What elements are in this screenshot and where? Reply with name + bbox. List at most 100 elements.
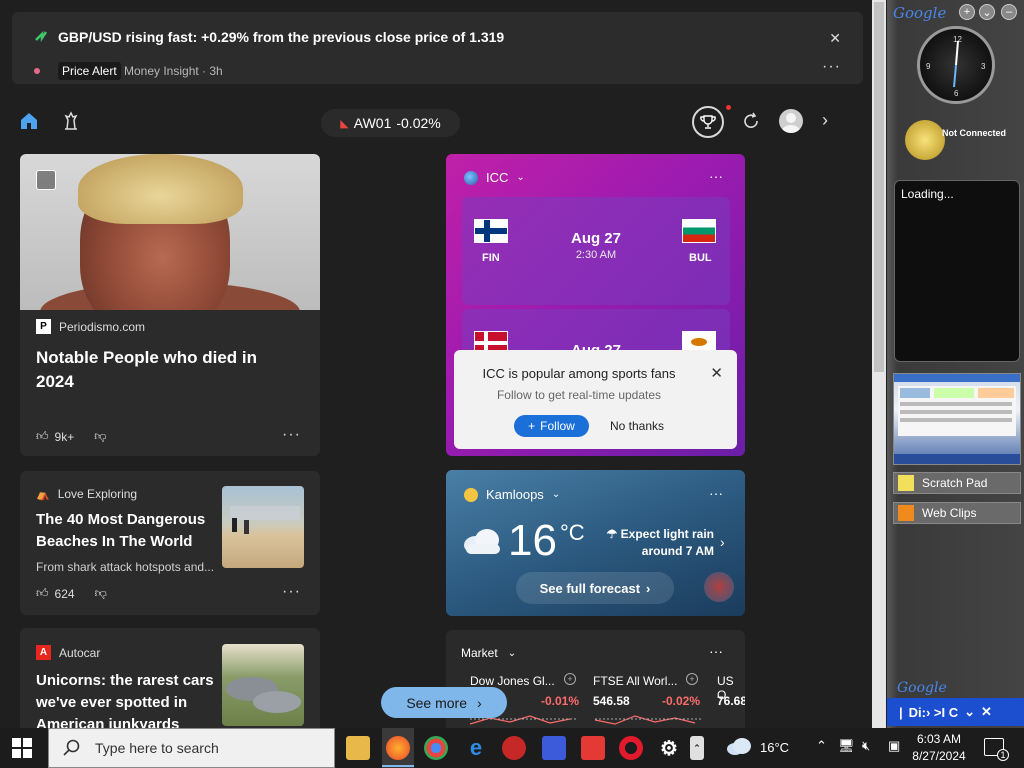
firefox-icon[interactable] [386,736,410,760]
taskbar-search[interactable]: Type here to search [48,728,335,768]
notification-badge [726,105,731,110]
google-logo: Google [897,680,947,696]
ticker-symbol: AW01 [353,115,392,131]
close-icon[interactable]: ✕ [829,30,841,47]
follow-popup: ICC is popular among sports fans ✕ Follo… [454,350,737,449]
network-icon[interactable]: 🖥︎ [838,738,855,754]
chevron-right-icon[interactable]: › [720,534,725,550]
action-center-icon[interactable]: 1 [984,738,1009,761]
close-icon[interactable]: ✕ [710,364,723,382]
refresh-icon[interactable] [740,110,762,132]
more-options-icon[interactable]: ··· [709,643,723,659]
chevron-down-icon[interactable]: ⌄ [552,489,560,500]
stock-ticker[interactable]: ◣ AW01 -0.02% [321,109,460,137]
like-count: 624 [54,586,75,601]
scrollbar-thumb[interactable] [874,2,884,372]
no-thanks-button[interactable]: No thanks [610,419,664,433]
close-icon[interactable]: ✕ [981,704,992,720]
chevron-right-icon[interactable]: › [822,110,828,131]
more-options-icon[interactable]: ··· [822,58,841,76]
more-options-icon[interactable]: ··· [282,583,301,601]
article-source: ⛺ Love Exploring [36,487,137,501]
notepad-icon [898,475,914,491]
finland-flag-icon [474,219,508,243]
thumbs-down-icon[interactable]: 👎︎ [94,429,106,444]
google-search-bar[interactable]: | Di:› >I C ⌄ ✕ [887,698,1024,726]
follow-button[interactable]: + Follow [514,415,589,437]
market-header[interactable]: Market ⌄ [461,646,516,660]
show-hidden-icons[interactable]: ⌃ [816,738,827,754]
chrome-icon[interactable] [424,736,448,760]
thumbs-up-icon[interactable]: 👍︎ [36,429,49,444]
thumbs-up-icon[interactable]: 👍︎ [36,586,49,601]
photo-gadget[interactable] [893,373,1021,465]
sports-header[interactable]: ICC ⌄ [464,170,525,185]
weather-header[interactable]: Kamloops ⌄ [464,487,560,502]
tray-temperature: 16°C [760,739,790,755]
recorder-icon[interactable] [581,736,605,760]
article-source: A Autocar [36,645,100,660]
thumbs-down-icon[interactable]: 👎︎ [95,586,107,601]
clock-gadget[interactable]: 12 3 6 9 [917,26,995,104]
chevron-down-icon[interactable]: ⌄ [508,648,516,659]
add-icon[interactable]: + [686,673,698,685]
app-icon[interactable] [542,736,566,760]
profile-avatar[interactable] [779,109,803,133]
article-source: P Periodismo.com [36,319,145,334]
taskbar-clock[interactable]: 6:03 AM 8/27/2024 [912,731,966,765]
more-options-icon[interactable]: ··· [282,426,301,444]
article-thumbnail [222,486,304,568]
weather-map-icon[interactable] [704,572,734,602]
volume-muted-icon[interactable]: 🔇︎ [862,738,870,754]
windows-start-icon[interactable] [12,738,32,758]
chevron-down-icon[interactable]: ⌄ [516,172,524,183]
scrollbar[interactable] [872,0,886,728]
home-icon[interactable] [18,110,40,132]
partly-sunny-icon [464,487,478,502]
opera-icon[interactable] [619,736,643,760]
article-thumbnail [222,644,304,726]
tray-weather[interactable]: 16°C [726,738,789,756]
ticker-change: -0.02% [396,115,441,131]
league-name: ICC [486,170,509,185]
source-logo: A [36,645,51,660]
stock-name: Dow Jones Gl... [470,674,555,688]
match-card[interactable]: FIN Aug 27 2:30 AM BUL [462,197,730,305]
news-card[interactable]: P Periodismo.com Notable People who died… [20,154,320,456]
article-headline[interactable]: The 40 Most Dangerous Beaches In The Wor… [36,509,226,553]
add-gadget-icon[interactable]: + [959,4,975,20]
weather-widget[interactable]: Kamloops ⌄ ··· 16 °C ☂︎ Expect light rai… [446,470,745,616]
rss-icon [898,505,914,521]
more-options-icon[interactable]: ··· [709,485,723,501]
chess-icon[interactable] [60,110,82,132]
taskbar: Type here to search e ⚙ ⌃ 16°C ⌃ 🖥︎ 🔇︎ ▣… [0,728,1024,768]
app-icon[interactable] [502,736,526,760]
scratch-pad-gadget[interactable]: Scratch Pad [893,472,1021,494]
file-explorer-icon[interactable] [346,736,370,760]
rewards-button[interactable] [692,106,724,138]
news-card[interactable]: A Autocar Unicorns: the rarest cars we'v… [20,628,320,728]
add-icon[interactable]: + [564,673,576,685]
web-clips-gadget[interactable]: Web Clips [893,502,1021,524]
taskbar-scroll-icon[interactable]: ⌃ [690,736,704,760]
rain-icon: ☂︎ [606,527,618,541]
loading-gadget: Loading... [894,180,1020,362]
weather-gadget-icon[interactable] [905,120,945,160]
article-headline[interactable]: Unicorns: the rarest cars we've ever spo… [36,670,226,728]
plus-icon: + [528,419,536,433]
news-card[interactable]: ⛺ Love Exploring The 40 Most Dangerous B… [20,471,320,615]
chevron-down-icon[interactable]: ⌄ [964,704,975,720]
menu-icon[interactable]: ⌄ [979,4,995,20]
device-icon[interactable]: ▣ [888,738,900,754]
price-alert-notification[interactable]: GBP/USD rising fast: +0.29% from the pre… [12,12,863,84]
minimize-icon[interactable]: – [1001,4,1017,20]
internet-explorer-icon[interactable]: e [464,735,488,760]
connection-status: Not Connected [942,128,1006,138]
popup-subtitle: Follow to get real-time updates [496,388,662,402]
widgets-panel: GBP/USD rising fast: +0.29% from the pre… [0,0,872,728]
see-full-forecast-button[interactable]: See full forecast › [516,572,674,604]
article-headline[interactable]: Notable People who died in 2024 [36,346,306,394]
see-more-button[interactable]: See more › [381,687,507,718]
settings-gear-icon[interactable]: ⚙ [657,736,681,760]
more-options-icon[interactable]: ··· [709,168,723,184]
